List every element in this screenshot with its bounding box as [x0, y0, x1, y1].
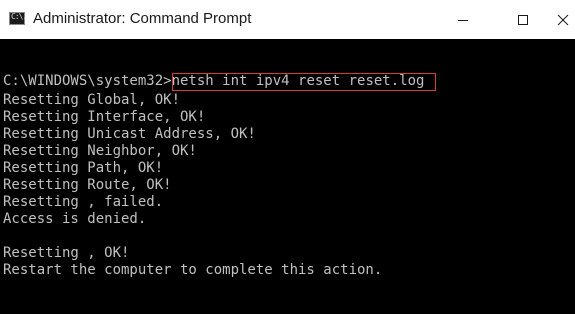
close-icon: [557, 14, 569, 25]
output-line: Resetting Global, OK!: [3, 92, 181, 108]
minimize-button[interactable]: [440, 0, 486, 39]
output-line: Resetting Path, OK!: [3, 160, 164, 176]
cmd-icon-glyph: C:\.: [11, 12, 27, 21]
output-line: Restart the computer to complete this ac…: [3, 262, 383, 278]
output-line: Resetting Interface, OK!: [3, 109, 206, 125]
console-output-area[interactable]: C:\WINDOWS\system32>netsh int ipv4 reset…: [0, 39, 575, 314]
minimize-icon: [458, 19, 468, 21]
output-line: Resetting Unicast Address, OK!: [3, 126, 256, 142]
output-line: Access is denied.: [3, 211, 147, 227]
cmd-icon[interactable]: C:\.: [9, 12, 27, 25]
output-line: Resetting , failed.: [3, 194, 164, 210]
window-title: Administrator: Command Prompt: [33, 10, 252, 27]
output-line: Resetting , OK!: [3, 245, 130, 261]
output-line: Resetting Neighbor, OK!: [3, 143, 197, 159]
command-prompt-window: C:\. Administrator: Command Prompt C:\WI…: [0, 0, 575, 314]
output-line: Resetting Route, OK!: [3, 177, 172, 193]
maximize-icon: [518, 14, 528, 25]
prompt-text: C:\WINDOWS\system32>: [3, 73, 172, 89]
close-button[interactable]: [540, 0, 575, 39]
title-bar[interactable]: C:\. Administrator: Command Prompt: [0, 0, 575, 39]
command-highlight-box: [172, 73, 436, 91]
